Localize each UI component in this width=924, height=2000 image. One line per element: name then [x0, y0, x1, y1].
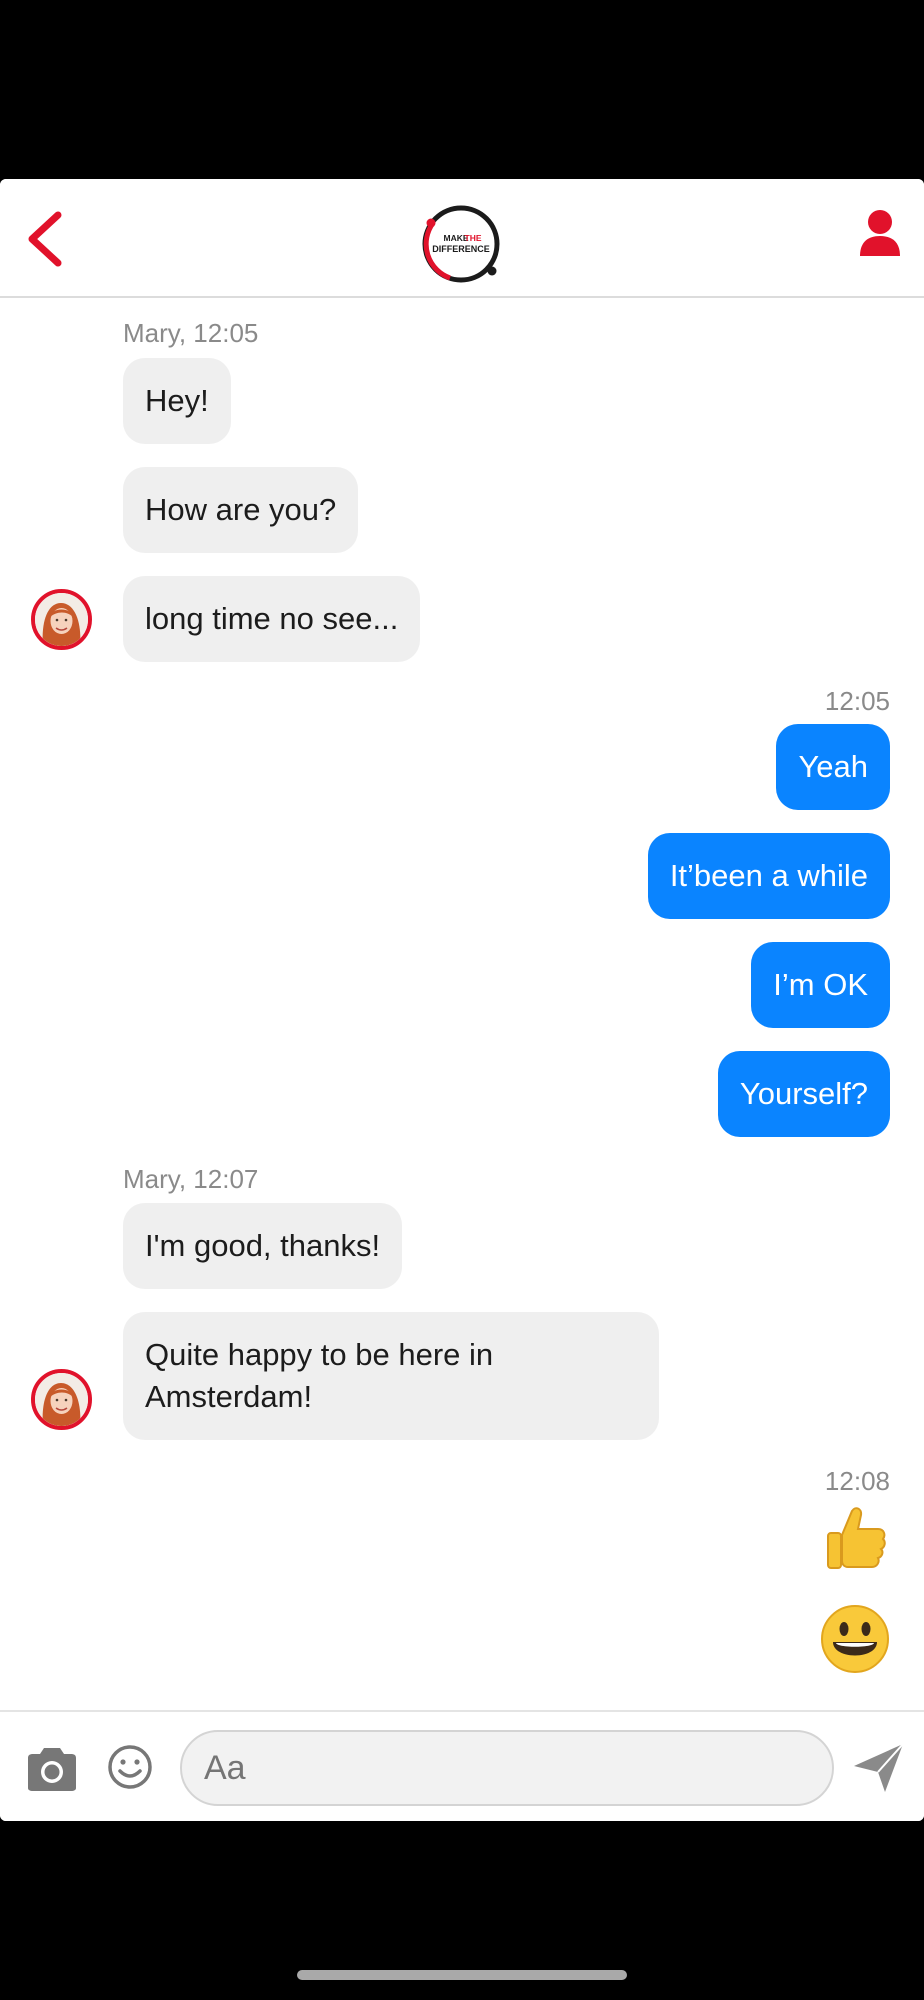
incoming-message[interactable]: long time no see...: [123, 576, 421, 662]
thumbs-up-icon[interactable]: [820, 1503, 890, 1573]
logo: MAKE THE DIFFERENCE: [420, 203, 502, 285]
message-timestamp: Mary, 12:05: [123, 318, 259, 348]
message-list: Mary, 12:05 Hey! How are you? long time …: [0, 300, 924, 1690]
outgoing-message[interactable]: I’m OK: [751, 942, 890, 1028]
emoji-button[interactable]: [107, 1744, 153, 1790]
incoming-message[interactable]: How are you?: [123, 467, 359, 553]
incoming-message[interactable]: I'm good, thanks!: [123, 1203, 403, 1289]
status-bar-area: [0, 0, 924, 179]
avatar[interactable]: [31, 1369, 92, 1430]
logo-text-difference: DIFFERENCE: [432, 244, 490, 254]
message-timestamp: 12:08: [824, 1466, 890, 1496]
chat-screen: MAKE THE DIFFERENCE Mary, 12:05 Hey! How…: [0, 179, 924, 1821]
message-timestamp: 12:05: [824, 686, 890, 716]
message-composer: [0, 1710, 924, 1821]
message-timestamp: Mary, 12:07: [123, 1164, 259, 1194]
outgoing-message[interactable]: It’been a while: [647, 833, 890, 919]
smiley-icon: [108, 1745, 152, 1789]
person-icon: [860, 210, 900, 256]
incoming-message[interactable]: Quite happy to be here in Amsterdam!: [123, 1312, 659, 1440]
header: MAKE THE DIFFERENCE: [0, 179, 924, 298]
camera-icon: [28, 1748, 76, 1791]
home-indicator[interactable]: [297, 1970, 627, 1980]
logo-text-the: THE: [465, 233, 482, 243]
message-input[interactable]: [180, 1730, 834, 1806]
back-button[interactable]: [20, 209, 72, 269]
outgoing-message[interactable]: Yeah: [776, 724, 890, 810]
grinning-face-icon[interactable]: [820, 1604, 890, 1674]
camera-button[interactable]: [24, 1746, 80, 1792]
avatar[interactable]: [31, 589, 92, 650]
send-icon: [854, 1743, 904, 1792]
send-button[interactable]: [852, 1742, 906, 1794]
outgoing-message[interactable]: Yourself?: [717, 1051, 890, 1137]
profile-button[interactable]: [858, 209, 902, 259]
chevron-left-icon: [28, 211, 62, 267]
incoming-message[interactable]: Hey!: [123, 358, 231, 444]
